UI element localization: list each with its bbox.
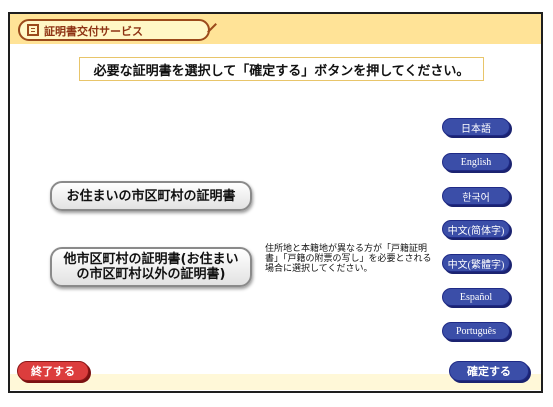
- language-portuguese-button[interactable]: Português: [442, 322, 510, 340]
- kiosk-screen: 証明書交付サービス 必要な証明書を選択して「確定する」ボタンを押してください。 …: [8, 12, 543, 393]
- end-button[interactable]: 終了する: [17, 361, 89, 381]
- language-japanese-button[interactable]: 日本語: [442, 118, 510, 136]
- language-korean-button[interactable]: 한국어: [442, 187, 510, 205]
- language-english-button[interactable]: English: [442, 153, 510, 171]
- other-certificate-note: 住所地と本籍地が異なる方が「戸籍証明書」「戸籍の附票の写し」を必要とされる場合に…: [265, 244, 432, 274]
- language-chinese-simplified-button[interactable]: 中文(简体字): [442, 220, 510, 238]
- document-icon: [27, 24, 39, 36]
- other-municipality-certificate-button[interactable]: 他市区町村の証明書(お住まいの市区町村以外の証明書): [50, 247, 252, 287]
- language-chinese-traditional-button[interactable]: 中文(繁體字): [442, 254, 510, 272]
- confirm-button[interactable]: 確定する: [449, 361, 529, 381]
- other-certificate-label: 他市区町村の証明書(お住まいの市区町村以外の証明書): [63, 252, 239, 282]
- instruction-box: 必要な証明書を選択して「確定する」ボタンを押してください。: [79, 57, 484, 81]
- header-bar: 証明書交付サービス: [10, 14, 541, 44]
- service-title: 証明書交付サービス: [44, 25, 143, 38]
- language-spanish-button[interactable]: Español: [442, 288, 510, 306]
- home-municipality-certificate-button[interactable]: お住まいの市区町村の証明書: [50, 181, 252, 211]
- home-certificate-label: お住まいの市区町村の証明書: [66, 188, 236, 204]
- service-title-tab: 証明書交付サービス: [18, 19, 210, 41]
